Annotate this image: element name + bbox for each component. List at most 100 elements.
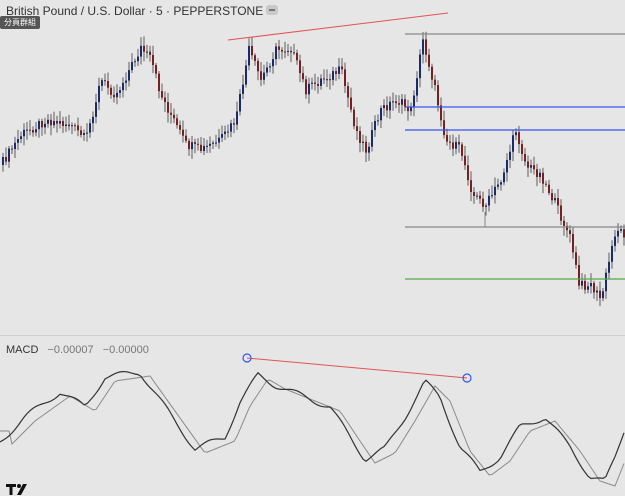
candle-body <box>608 261 610 273</box>
candle-body <box>179 125 181 130</box>
candle-body <box>317 83 319 86</box>
candle-body <box>419 54 421 79</box>
candle-body <box>449 141 451 143</box>
candle-body <box>530 165 532 168</box>
candle-body <box>335 71 337 74</box>
candle-body <box>191 142 193 150</box>
candle-body <box>509 151 511 161</box>
candle-body <box>275 46 277 60</box>
candle-body <box>338 66 340 74</box>
candle-body <box>218 137 220 143</box>
candle-body <box>362 141 364 143</box>
candle-body <box>596 290 598 293</box>
candle-body <box>32 129 34 133</box>
candle-body <box>383 105 385 109</box>
candle-body <box>551 193 553 201</box>
candle-body <box>239 93 241 112</box>
candle-body <box>332 71 334 80</box>
candle-body <box>308 83 310 95</box>
candle-body <box>389 101 391 111</box>
candle-body <box>98 85 100 103</box>
candle-body <box>266 67 268 73</box>
candle-body <box>248 45 250 66</box>
candle-body <box>485 205 487 207</box>
candle-body <box>302 73 304 80</box>
candle-body <box>470 180 472 192</box>
candle-body <box>305 79 307 95</box>
candle-body <box>455 141 457 149</box>
candle-body <box>242 84 244 94</box>
candle-body <box>56 120 58 124</box>
pane-separator[interactable] <box>0 335 625 336</box>
candle-body <box>176 118 178 126</box>
candle-body <box>434 79 436 86</box>
candle-body <box>5 157 7 162</box>
candle-body <box>188 140 190 150</box>
candle-body <box>74 125 76 127</box>
candle-body <box>464 155 466 166</box>
candle-body <box>599 290 601 299</box>
symbol-title[interactable]: British Pound / U.S. Dollar · 5 · PEPPER… <box>6 4 263 18</box>
candle-body <box>197 143 199 145</box>
candle-body <box>125 80 127 83</box>
candle-body <box>356 126 358 132</box>
candle-body <box>86 132 88 134</box>
candle-body <box>224 131 226 134</box>
collapse-icon[interactable] <box>266 5 278 15</box>
candle-body <box>539 172 541 178</box>
candle-body <box>584 280 586 290</box>
candle-body <box>458 141 460 145</box>
candle-body <box>320 78 322 86</box>
candle-body <box>497 184 499 187</box>
candle-body <box>170 112 172 115</box>
candle-body <box>506 160 508 173</box>
candle-body <box>260 71 262 80</box>
candle-body <box>137 56 139 62</box>
candle-body <box>65 124 67 127</box>
candle-body <box>35 129 37 133</box>
candle-body <box>413 95 415 107</box>
candle-body <box>122 82 124 91</box>
candle-body <box>203 145 205 151</box>
candle-body <box>557 198 559 206</box>
candle-body <box>611 245 613 262</box>
candle-body <box>311 82 313 84</box>
divergence-line <box>246 357 468 379</box>
candle-body <box>50 119 52 126</box>
tab-group-tag[interactable]: 分頁群組 <box>0 16 40 29</box>
macd-value: −0.00007 <box>47 344 94 356</box>
candle-body <box>377 120 379 122</box>
candle-body <box>443 120 445 136</box>
candle-body <box>314 82 316 84</box>
candle-body <box>560 205 562 221</box>
candle-body <box>269 66 271 68</box>
candle-body <box>149 51 151 55</box>
candle-body <box>284 51 286 53</box>
chart-root[interactable] <box>0 0 625 495</box>
candle-body <box>614 236 616 246</box>
candle-body <box>59 121 61 124</box>
candle-body <box>128 70 130 81</box>
candle-body <box>617 230 619 237</box>
candle-body <box>41 120 43 128</box>
candle-body <box>29 129 31 131</box>
candle-body <box>146 51 148 53</box>
candle-body <box>53 120 55 126</box>
candle-body <box>398 103 400 105</box>
candle-body <box>245 65 247 85</box>
candle-body <box>428 54 430 67</box>
candle-body <box>206 145 208 147</box>
candle-body <box>113 94 115 98</box>
macd-line <box>0 370 625 480</box>
price-pane[interactable] <box>0 0 625 335</box>
candle-body <box>140 45 142 57</box>
candle-body <box>533 165 535 170</box>
candle-body <box>401 99 403 105</box>
macd-pane[interactable] <box>0 337 625 495</box>
candle-body <box>347 85 349 98</box>
macd-legend[interactable]: MACD −0.00007 −0.00000 <box>6 344 155 356</box>
candle-body <box>173 114 175 119</box>
candle-body <box>545 183 547 185</box>
candle-body <box>278 46 280 50</box>
candle-body <box>14 142 16 150</box>
